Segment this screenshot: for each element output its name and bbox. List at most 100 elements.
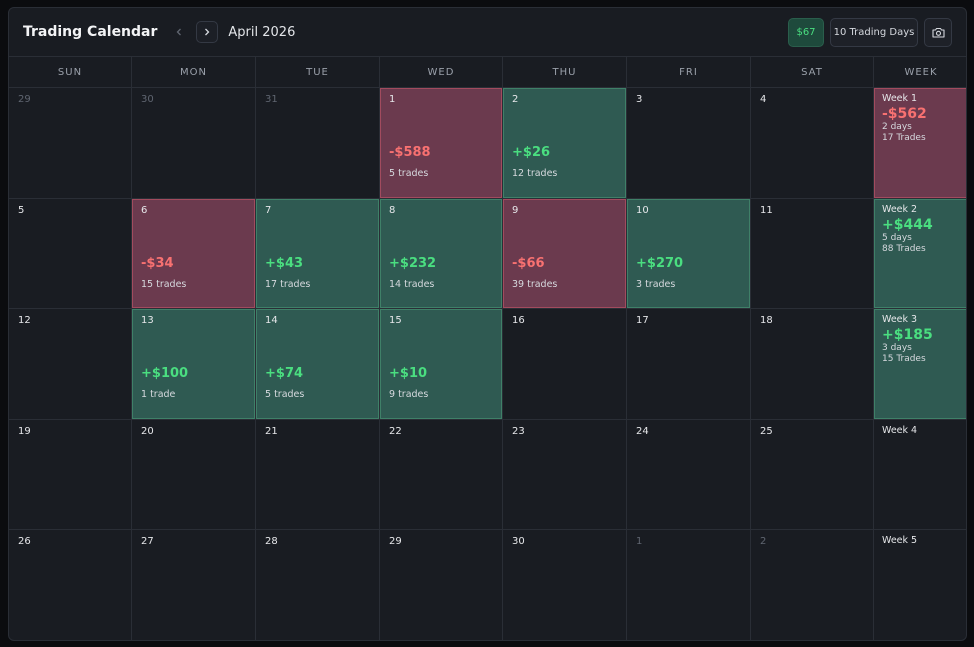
day-cell[interactable]: 25 xyxy=(751,419,874,530)
week-pnl: +$185 xyxy=(882,327,933,344)
calendar-weeks: 29 30 31 1 -$588 5 trades 2 +$26 12 trades 3 4 Week… xyxy=(9,88,966,640)
day-cell[interactable]: 30 xyxy=(503,530,627,640)
day-cell[interactable]: 2 +$26 12 trades xyxy=(503,88,627,198)
week-label: Week 3 xyxy=(882,314,918,326)
day-cell[interactable]: 14 +$74 5 trades xyxy=(256,309,380,419)
dow-sun: SUN xyxy=(9,57,132,87)
current-month-label: April 2026 xyxy=(228,24,296,40)
day-number: 22 xyxy=(389,425,402,437)
day-cell[interactable]: 8 +$232 14 trades xyxy=(380,198,503,309)
dow-week: WEEK xyxy=(904,66,938,78)
week-days-count: 2 days xyxy=(882,122,912,132)
week-row: 29 30 31 1 -$588 5 trades 2 +$26 12 trades 3 4 Week… xyxy=(9,88,966,199)
page-title: Trading Calendar xyxy=(23,24,158,40)
day-cell[interactable]: 22 xyxy=(380,419,503,530)
day-number: 3 xyxy=(636,94,643,105)
day-number: 13 xyxy=(141,315,154,327)
week-summary-cell[interactable]: Week 4 xyxy=(874,420,966,530)
week-label: Week 4 xyxy=(882,424,918,436)
day-cell[interactable]: 9 -$66 39 trades xyxy=(503,198,627,309)
dow-mon: MON xyxy=(132,57,256,87)
screenshot-button[interactable] xyxy=(924,17,952,47)
day-number: 1 xyxy=(636,536,643,548)
day-trade-count: 17 trades xyxy=(265,278,311,290)
total-pnl-badge[interactable]: $67 xyxy=(788,17,824,47)
week-label: Week 2 xyxy=(882,203,918,215)
week-days-count: 3 days xyxy=(882,343,912,354)
day-trade-count: 39 trades xyxy=(512,278,558,290)
week-trade-count: 88 Trades xyxy=(882,243,926,254)
day-cell[interactable]: 11 xyxy=(751,198,874,309)
next-month-button[interactable] xyxy=(196,21,219,43)
week-pnl: -$562 xyxy=(882,106,927,122)
dow-fri: FRI xyxy=(627,57,751,87)
day-cell[interactable]: 4 xyxy=(751,88,874,198)
day-trade-count: 1 trade xyxy=(141,389,176,401)
day-cell[interactable]: 16 xyxy=(503,309,627,419)
chevron-right-icon xyxy=(205,28,210,36)
trading-days-button[interactable]: 10 Trading Days xyxy=(830,17,918,47)
day-cell[interactable]: 12 xyxy=(9,309,132,419)
day-pnl: +$232 xyxy=(389,255,437,271)
day-pnl: +$74 xyxy=(265,366,304,382)
day-cell[interactable]: 3 xyxy=(627,88,751,198)
day-number: 19 xyxy=(18,425,31,437)
day-cell[interactable]: 20 xyxy=(132,419,256,530)
dow-wed: WED xyxy=(380,57,503,87)
day-number: 20 xyxy=(141,425,154,437)
week-summary-cell[interactable]: Week 5 xyxy=(874,530,966,640)
day-pnl: +$270 xyxy=(636,255,684,271)
day-cell[interactable]: 19 xyxy=(9,419,132,530)
day-of-week-header: SUN MON TUE WED THU FRI SAT WEEK xyxy=(9,57,966,88)
day-number: 18 xyxy=(760,315,773,327)
day-number: 16 xyxy=(512,315,525,327)
day-cell[interactable]: 27 xyxy=(132,530,256,640)
previous-month-button[interactable] xyxy=(168,21,190,43)
day-number: 6 xyxy=(141,204,148,216)
day-trade-count: 3 trades xyxy=(636,278,676,290)
day-cell[interactable]: 24 xyxy=(627,419,751,530)
day-number: 21 xyxy=(265,425,278,437)
day-pnl: +$10 xyxy=(389,366,428,382)
day-number: 2 xyxy=(512,94,519,105)
day-pnl: -$588 xyxy=(389,145,431,160)
day-cell[interactable]: 6 -$34 15 trades xyxy=(132,198,256,309)
day-trade-count: 12 trades xyxy=(512,168,558,179)
day-cell[interactable]: 21 xyxy=(256,419,380,530)
day-pnl: -$34 xyxy=(141,255,174,271)
day-cell[interactable]: 28 xyxy=(256,530,380,640)
day-number: 4 xyxy=(760,94,767,105)
day-cell[interactable]: 23 xyxy=(503,419,627,530)
week-summary-cell[interactable]: Week 2 +$444 5 days 88 Trades xyxy=(874,198,966,309)
day-cell[interactable]: 17 xyxy=(627,309,751,419)
day-cell[interactable]: 10 +$270 3 trades xyxy=(627,198,751,309)
dow-sat: SAT xyxy=(751,57,874,87)
week-summary-cell[interactable]: Week 3 +$185 3 days 15 Trades xyxy=(874,309,966,419)
day-pnl: -$66 xyxy=(512,255,545,271)
day-cell[interactable]: 2 xyxy=(751,530,874,640)
day-number: 26 xyxy=(18,536,31,548)
day-cell[interactable]: 30 xyxy=(132,88,256,198)
day-cell[interactable]: 13 +$100 1 trade xyxy=(132,309,256,419)
week-summary-cell[interactable]: Week 1 -$562 2 days 17 Trades xyxy=(874,88,966,198)
day-cell[interactable]: 7 +$43 17 trades xyxy=(256,198,380,309)
day-number: 1 xyxy=(389,94,396,105)
day-cell[interactable]: 26 xyxy=(9,530,132,640)
day-number: 5 xyxy=(18,204,25,216)
day-number: 2 xyxy=(760,536,767,548)
day-trade-count: 15 trades xyxy=(141,278,187,290)
day-number: 11 xyxy=(760,204,773,216)
day-number: 29 xyxy=(18,94,31,105)
day-pnl: +$100 xyxy=(141,366,189,382)
day-cell[interactable]: 31 xyxy=(256,88,380,198)
dow-thu: THU xyxy=(503,57,627,87)
day-cell[interactable]: 5 xyxy=(9,198,132,309)
day-cell[interactable]: 29 xyxy=(9,88,132,198)
dow-tue: TUE xyxy=(256,57,380,87)
day-number: 17 xyxy=(636,315,649,327)
day-cell[interactable]: 1 xyxy=(627,530,751,640)
day-cell[interactable]: 29 xyxy=(380,530,503,640)
day-cell[interactable]: 1 -$588 5 trades xyxy=(380,88,503,198)
day-cell[interactable]: 18 xyxy=(751,309,874,419)
day-cell[interactable]: 15 +$10 9 trades xyxy=(380,309,503,419)
